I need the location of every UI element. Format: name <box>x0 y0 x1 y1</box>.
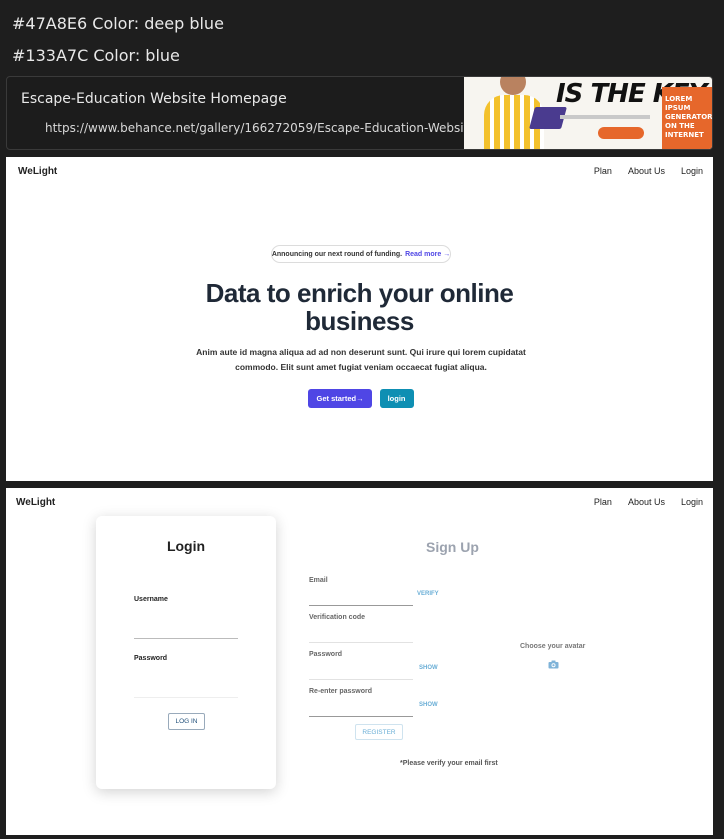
show-reenter-password-button[interactable]: SHOW <box>419 702 438 708</box>
verification-code-input[interactable] <box>309 642 413 643</box>
get-started-button[interactable]: Get started→ <box>308 389 372 408</box>
reenter-password-input[interactable] <box>309 716 413 717</box>
hero-title-line-1: Data to enrich your online <box>205 278 514 308</box>
login-card: Login Username Password LOG IN <box>96 516 276 789</box>
nav-about-us[interactable]: About Us <box>628 497 665 507</box>
username-input[interactable] <box>134 638 238 639</box>
verify-email-note: *Please verify your email first <box>400 760 498 767</box>
link-preview-card[interactable]: Escape-Education Website Homepage https:… <box>6 76 713 150</box>
signup-title: Sign Up <box>426 539 479 555</box>
hero-subtitle: Anim aute id magna aliqua ad ad non dese… <box>6 345 713 375</box>
hero-buttons: Get started→ login <box>6 389 713 408</box>
password-input[interactable] <box>309 679 413 680</box>
thumbnail-button <box>598 127 644 139</box>
thumbnail-person-illustration <box>474 77 567 149</box>
password-label: Password <box>309 651 343 658</box>
hero-subtitle-line-2: commodo. Elit sunt amet fugiat veniam oc… <box>235 362 487 372</box>
login-button[interactable]: login <box>379 389 414 408</box>
top-nav: Plan About Us Login <box>594 497 703 507</box>
log-in-button[interactable]: LOG IN <box>168 713 205 730</box>
hero-title-line-2: business <box>305 306 414 336</box>
link-title[interactable]: Escape-Education Website Homepage <box>21 91 287 107</box>
login-title: Login <box>166 538 206 554</box>
nav-login[interactable]: Login <box>681 166 703 176</box>
announcement-text: Announcing our next round of funding. <box>271 250 403 258</box>
read-more-link[interactable]: Read more → <box>405 251 450 258</box>
nav-plan[interactable]: Plan <box>594 497 612 507</box>
hero-subtitle-line-1: Anim aute id magna aliqua ad ad non dese… <box>196 347 526 357</box>
color-line-2: #133A7C Color: blue <box>12 46 180 65</box>
thumbnail-body-line <box>560 115 650 119</box>
color-line-1: #47A8E6 Color: deep blue <box>12 14 224 33</box>
email-input[interactable] <box>309 605 413 606</box>
username-label: Username <box>134 596 168 603</box>
show-password-button[interactable]: SHOW <box>419 665 438 671</box>
verification-code-label: Verification code <box>309 614 366 621</box>
password-input[interactable] <box>134 697 238 698</box>
top-nav: Plan About Us Login <box>594 166 703 176</box>
link-url[interactable]: https://www.behance.net/gallery/16627205… <box>45 121 500 135</box>
thumbnail-head <box>500 77 526 95</box>
announcement-pill: Announcing our next round of funding. Re… <box>271 245 451 263</box>
brand-logo[interactable]: WeLight <box>18 166 57 177</box>
landing-page-screenshot: WeLight Plan About Us Login Announcing o… <box>6 157 713 481</box>
email-label: Email <box>309 577 328 584</box>
brand-logo[interactable]: WeLight <box>16 497 55 508</box>
password-label: Password <box>134 655 168 662</box>
nav-plan[interactable]: Plan <box>594 166 612 176</box>
reenter-password-label: Re-enter password <box>309 688 373 695</box>
auth-page-screenshot: WeLight Plan About Us Login Login Userna… <box>6 488 713 835</box>
verify-button[interactable]: VERIFY <box>417 591 439 597</box>
link-thumbnail[interactable]: IS THE KEY LOREM IPSUM GENERATORS ON THE… <box>464 77 712 149</box>
nav-login[interactable]: Login <box>681 497 703 507</box>
nav-about-us[interactable]: About Us <box>628 166 665 176</box>
hero-title: Data to enrich your online business <box>6 279 713 335</box>
register-button[interactable]: REGISTER <box>355 724 403 740</box>
camera-icon[interactable] <box>548 660 559 669</box>
thumbnail-side-text: LOREM IPSUM GENERATORS ON THE INTERNET <box>662 87 712 149</box>
avatar-label: Choose your avatar <box>520 643 586 650</box>
